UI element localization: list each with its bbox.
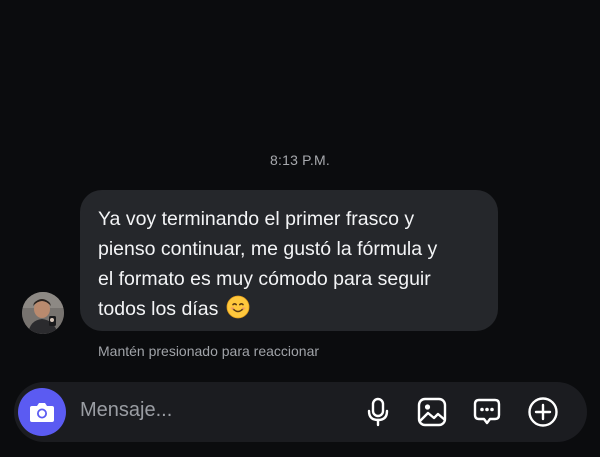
message-bubble[interactable]: Ya voy terminando el primer frasco y pie… bbox=[80, 190, 498, 331]
message-line: el formato es muy cómodo para seguir bbox=[98, 268, 431, 290]
reaction-hint: Mantén presionado para reaccionar bbox=[98, 343, 320, 359]
plus-circle-icon bbox=[528, 397, 558, 427]
sender-avatar[interactable] bbox=[22, 292, 64, 334]
message-composer: Mensaje... bbox=[14, 382, 587, 442]
gallery-button[interactable] bbox=[416, 396, 448, 428]
sticker-button[interactable] bbox=[471, 396, 503, 428]
message-dots-icon bbox=[473, 398, 501, 425]
message-line: pienso continuar, me gustó la fórmula y bbox=[98, 238, 438, 260]
smiling-face-emoji-icon bbox=[226, 295, 250, 319]
microphone-button[interactable] bbox=[362, 396, 394, 428]
message-last-line: todos los días bbox=[98, 294, 480, 324]
message-timestamp: 8:13 P.M. bbox=[270, 152, 330, 168]
message-input[interactable]: Mensaje... bbox=[80, 399, 172, 422]
image-icon bbox=[417, 397, 447, 427]
microphone-icon bbox=[367, 397, 389, 427]
add-button[interactable] bbox=[527, 396, 559, 428]
avatar-photo-icon bbox=[22, 292, 64, 334]
message-line: todos los días bbox=[98, 298, 219, 320]
chat-screen: 8:13 P.M. Ya voy terminando el primer fr… bbox=[0, 0, 600, 457]
message-line: Ya voy terminando el primer frasco y bbox=[98, 208, 415, 230]
camera-button[interactable] bbox=[18, 388, 66, 436]
camera-icon bbox=[30, 403, 54, 422]
